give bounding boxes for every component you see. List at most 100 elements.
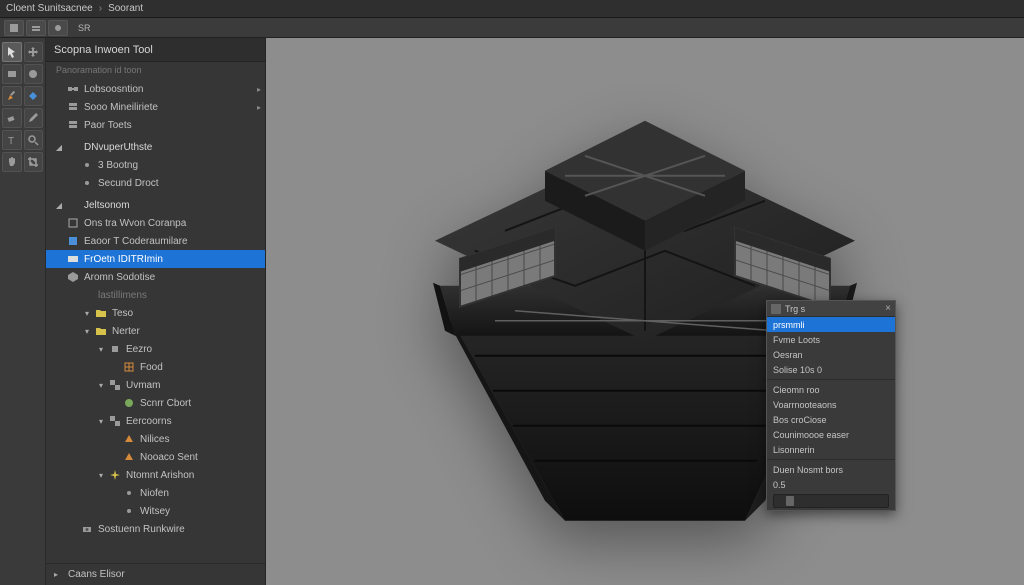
- tree-item-label: Food: [140, 362, 163, 373]
- floating-row[interactable]: Counimoooe easer: [767, 427, 895, 442]
- tree-item[interactable]: FrOetn IDITRImin: [46, 250, 265, 268]
- expand-icon[interactable]: [68, 524, 78, 534]
- slider-knob[interactable]: [786, 496, 794, 506]
- menu-button-1[interactable]: [4, 20, 24, 36]
- tree-item[interactable]: Ons tra Wvon Coranpa: [46, 214, 265, 232]
- viewport-3d[interactable]: Trg s × prsmmli Fvme Loots OesranSolise 1…: [266, 38, 1024, 585]
- floating-input-row[interactable]: prsmmli: [767, 317, 895, 332]
- tool-picker[interactable]: [24, 108, 44, 128]
- dot-icon: [122, 487, 136, 499]
- tree-item[interactable]: Aromn Sodotise: [46, 268, 265, 286]
- close-icon[interactable]: ×: [885, 303, 891, 314]
- expand-icon[interactable]: [110, 398, 120, 408]
- expand-icon[interactable]: ◢: [54, 200, 64, 210]
- floating-row[interactable]: Lisonnerin: [767, 442, 895, 457]
- caret-icon: [66, 199, 80, 211]
- tree-item-label: Paor Toets: [84, 120, 132, 131]
- expand-icon[interactable]: [110, 362, 120, 372]
- tool-erase[interactable]: [2, 108, 22, 128]
- expand-icon[interactable]: ▾: [96, 416, 106, 426]
- floating-row[interactable]: Duen Nosmt bors: [767, 462, 895, 477]
- menu-extra-label[interactable]: SR: [74, 21, 95, 35]
- tool-brush[interactable]: [2, 86, 22, 106]
- expand-icon[interactable]: [110, 434, 120, 444]
- expand-icon[interactable]: ▾: [96, 380, 106, 390]
- expand-icon[interactable]: [54, 120, 64, 130]
- tree-item[interactable]: ▾Eercoorns: [46, 412, 265, 430]
- tree-item[interactable]: lastillimens: [46, 286, 265, 304]
- floating-panel[interactable]: Trg s × prsmmli Fvme Loots OesranSolise 1…: [766, 300, 896, 511]
- expand-icon[interactable]: [54, 272, 64, 282]
- tree-item-label: Sooo Mineiliriete: [84, 102, 158, 113]
- expand-icon[interactable]: ▾: [82, 326, 92, 336]
- caret-icon: [66, 141, 80, 153]
- panel-footer-label: Caans Elisor: [68, 569, 125, 580]
- tool-zoom[interactable]: [24, 130, 44, 150]
- tool-hand[interactable]: [2, 152, 22, 172]
- tree-item[interactable]: ▾Nerter: [46, 322, 265, 340]
- expand-icon[interactable]: [54, 254, 64, 264]
- tree-item[interactable]: ▾Uvmam: [46, 376, 265, 394]
- expand-icon[interactable]: ▾: [96, 344, 106, 354]
- menu-button-3[interactable]: [48, 20, 68, 36]
- floating-row[interactable]: Voarrnooteaons: [767, 397, 895, 412]
- expand-icon[interactable]: ▾: [82, 308, 92, 318]
- floating-slider[interactable]: [773, 494, 889, 508]
- tool-fill[interactable]: [24, 86, 44, 106]
- expand-icon[interactable]: [54, 84, 64, 94]
- expand-icon[interactable]: [54, 236, 64, 246]
- tree-item[interactable]: 3 Bootng: [46, 156, 265, 174]
- tree-item[interactable]: Nooaco Sent: [46, 448, 265, 466]
- tree-item[interactable]: Food: [46, 358, 265, 376]
- tree-item[interactable]: Lobsoosntion▸: [46, 80, 265, 98]
- tree-item[interactable]: Sooo Mineiliriete▸: [46, 98, 265, 116]
- expand-icon[interactable]: [110, 452, 120, 462]
- expand-icon[interactable]: [54, 218, 64, 228]
- tool-text[interactable]: T: [2, 130, 22, 150]
- layers-icon: [66, 119, 80, 131]
- tree-item[interactable]: ▾Teso: [46, 304, 265, 322]
- floating-row-label: Fvme Loots: [773, 335, 820, 345]
- tool-crop[interactable]: [24, 152, 44, 172]
- tree-item[interactable]: Sostuenn Runkwire: [46, 520, 265, 538]
- expand-icon[interactable]: ◢: [54, 142, 64, 152]
- camera-icon: [80, 523, 94, 535]
- floating-row-label: Lisonnerin: [773, 445, 815, 455]
- tool-circle[interactable]: [24, 64, 44, 84]
- expand-icon[interactable]: [110, 488, 120, 498]
- tool-move[interactable]: [24, 42, 44, 62]
- floating-row[interactable]: Fvme Loots: [767, 332, 895, 347]
- tree-item[interactable]: ▾Eezro: [46, 340, 265, 358]
- tree-item[interactable]: ◢DNvuperUthste: [46, 138, 265, 156]
- tree-item[interactable]: Nilices: [46, 430, 265, 448]
- tree-item[interactable]: Niofen: [46, 484, 265, 502]
- floating-row-label: Voarrnooteaons: [773, 400, 837, 410]
- tool-select[interactable]: [2, 42, 22, 62]
- expand-icon[interactable]: [68, 160, 78, 170]
- floating-row[interactable]: Solise 10s 0: [767, 362, 895, 377]
- floating-row[interactable]: Bos croCiose: [767, 412, 895, 427]
- panel-footer[interactable]: ▸ Caans Elisor: [46, 563, 265, 585]
- expand-icon[interactable]: [68, 290, 78, 300]
- tree-item[interactable]: Secund Droct: [46, 174, 265, 192]
- tree-item[interactable]: Witsey: [46, 502, 265, 520]
- expand-icon[interactable]: ▾: [96, 470, 106, 480]
- tool-rect[interactable]: [2, 64, 22, 84]
- menu-button-2[interactable]: [26, 20, 46, 36]
- group-icon: [108, 415, 122, 427]
- expand-icon[interactable]: [68, 178, 78, 188]
- tree-item[interactable]: ◢ Jeltsonom: [46, 196, 265, 214]
- tree-item[interactable]: Paor Toets: [46, 116, 265, 134]
- tree-item[interactable]: Scnrr Cbort: [46, 394, 265, 412]
- expand-icon[interactable]: [54, 102, 64, 112]
- expand-icon[interactable]: [110, 506, 120, 516]
- floating-row[interactable]: 0.5: [767, 477, 895, 492]
- floating-row[interactable]: Oesran: [767, 347, 895, 362]
- tree-item[interactable]: ▾Ntomnt Arishon: [46, 466, 265, 484]
- none-icon: [80, 289, 94, 301]
- floating-row[interactable]: Cieomn roo: [767, 382, 895, 397]
- floating-header[interactable]: Trg s ×: [767, 301, 895, 317]
- tree-item[interactable]: Eaoor T Coderaumilare: [46, 232, 265, 250]
- tree-item-label: Jeltsonom: [84, 200, 130, 211]
- outline-tree[interactable]: Lobsoosntion▸Sooo Mineiliriete▸ Paor Toet…: [46, 78, 265, 563]
